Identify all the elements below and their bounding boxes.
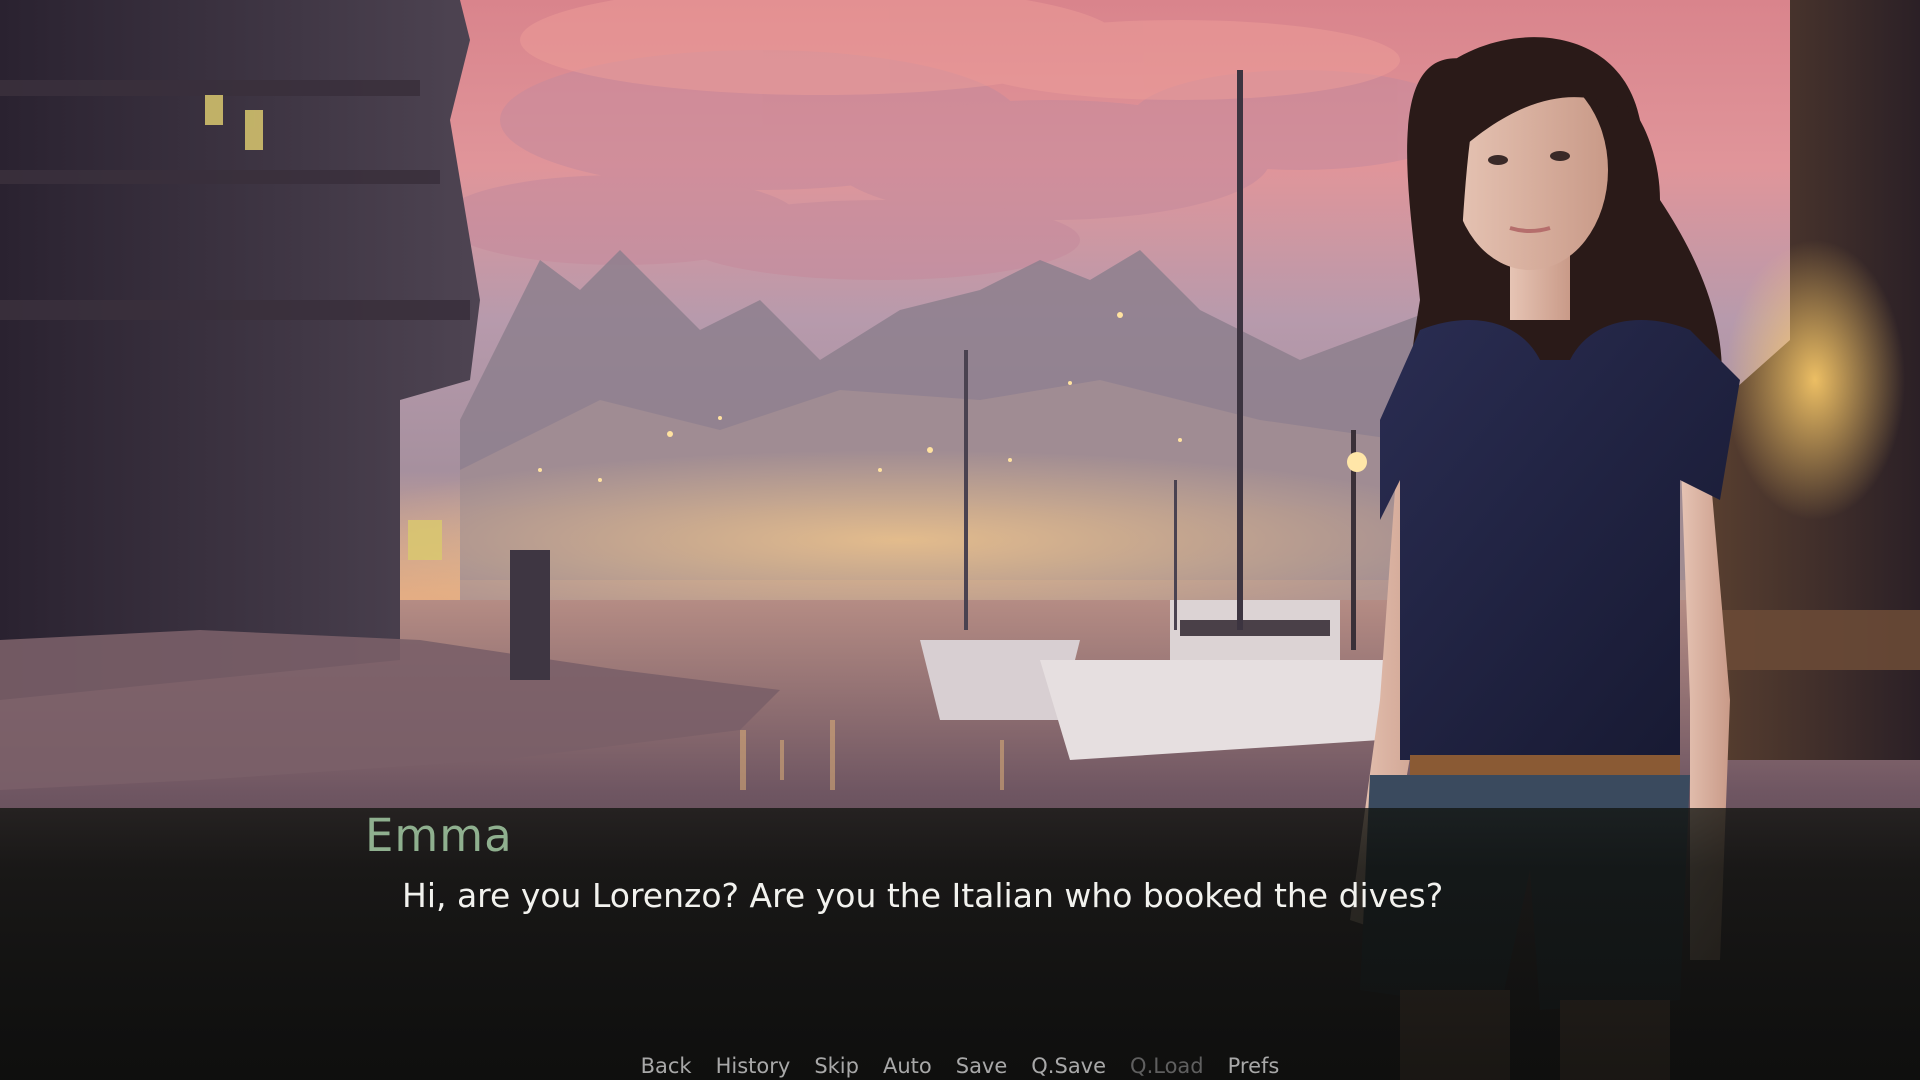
back-button[interactable]: Back: [641, 1052, 692, 1080]
quick-menu: Back History Skip Auto Save Q.Save Q.Loa…: [0, 1052, 1920, 1080]
speaker-name: Emma: [365, 809, 513, 862]
dialogue-window[interactable]: [0, 808, 1920, 1080]
quick-load-button[interactable]: Q.Load: [1130, 1052, 1204, 1080]
preferences-button[interactable]: Prefs: [1228, 1052, 1280, 1080]
auto-button[interactable]: Auto: [883, 1052, 932, 1080]
quick-save-button[interactable]: Q.Save: [1031, 1052, 1106, 1080]
history-button[interactable]: History: [716, 1052, 791, 1080]
save-button[interactable]: Save: [956, 1052, 1008, 1080]
dialogue-text: Hi, are you Lorenzo? Are you the Italian…: [402, 876, 1444, 915]
skip-button[interactable]: Skip: [814, 1052, 859, 1080]
